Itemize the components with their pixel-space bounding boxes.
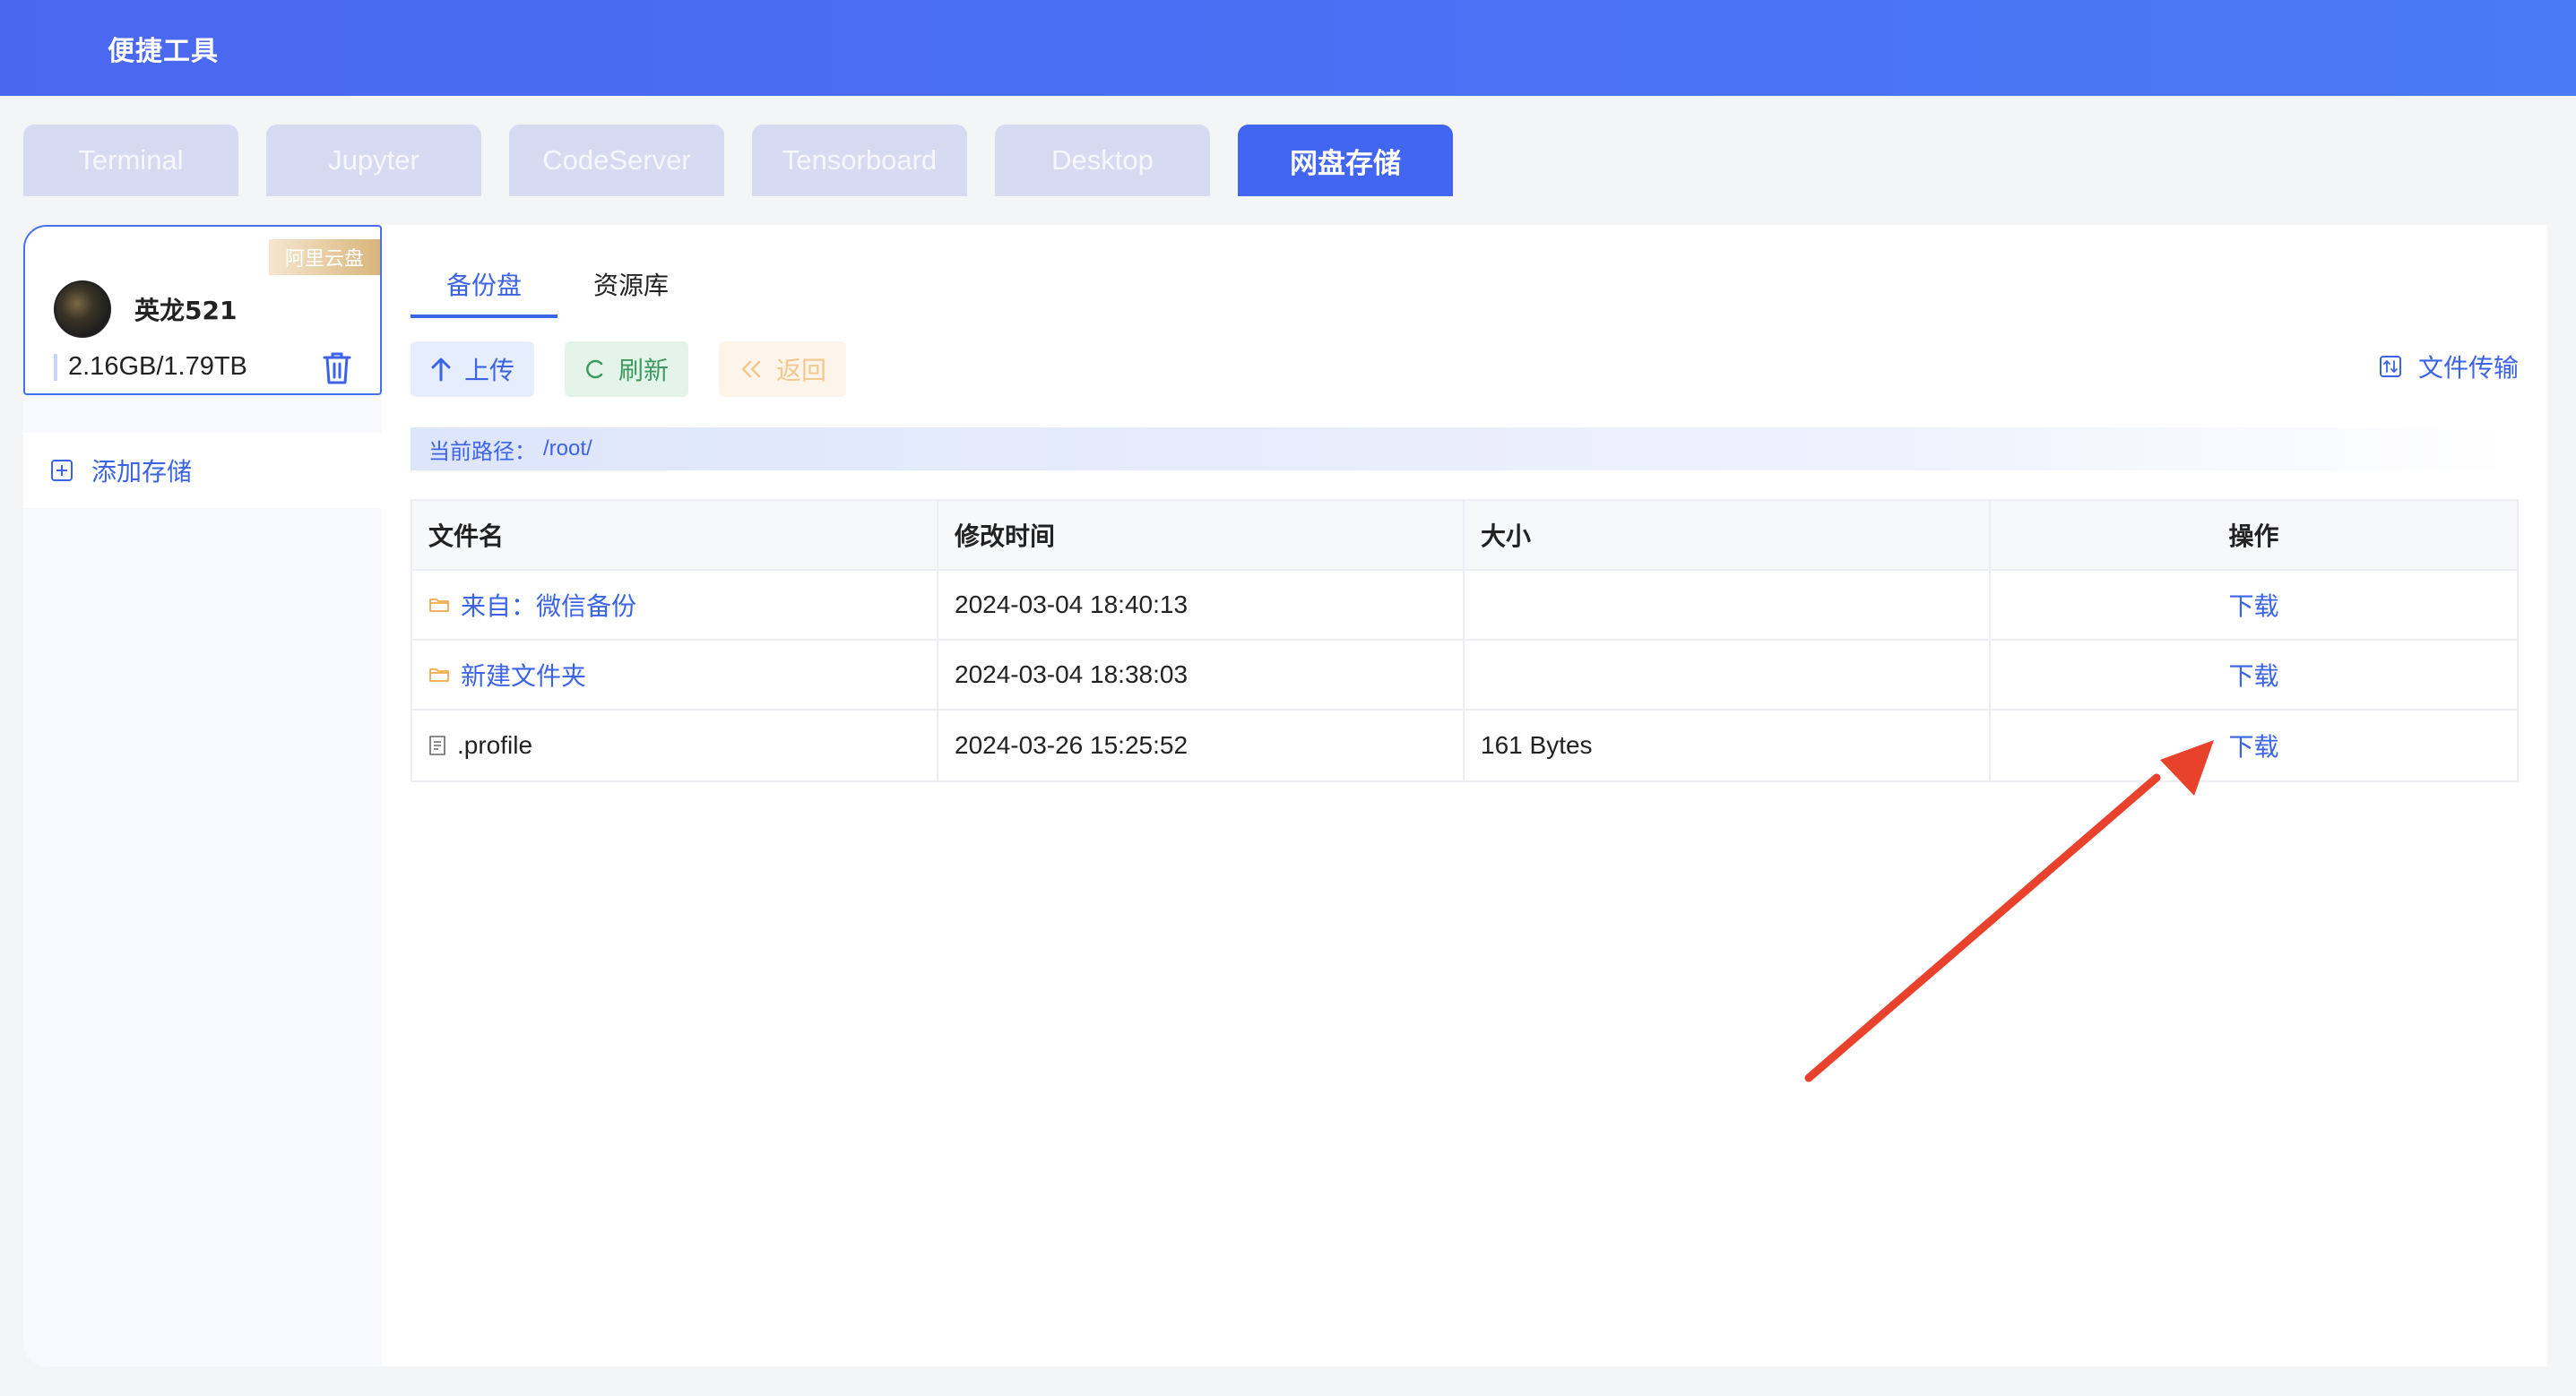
storage-sidebar: 阿里云盘 英龙521 2.16GB/1.79TB 添加存储 — [23, 225, 382, 1366]
action-cell: 下载 — [1991, 571, 2517, 639]
download-link[interactable]: 下载 — [2229, 728, 2279, 763]
double-chevron-left-icon — [741, 360, 761, 378]
trash-icon[interactable] — [321, 350, 353, 386]
storage-usage-text: 2.16GB/1.79TB — [68, 352, 247, 381]
folder-icon — [429, 668, 449, 682]
upload-label: 上传 — [464, 356, 515, 385]
file-name-cell: .profile — [412, 711, 939, 780]
column-header-modified: 修改时间 — [938, 501, 1465, 569]
back-label: 返回 — [776, 356, 827, 385]
action-cell: 下载 — [1991, 641, 2517, 709]
file-name: .profile — [457, 731, 533, 759]
app-title: 便捷工具 — [108, 35, 219, 67]
avatar — [54, 280, 111, 338]
add-storage-button[interactable]: 添加存储 — [23, 433, 382, 508]
folder-link[interactable]: 新建文件夹 — [428, 657, 586, 693]
table-row: 新建文件夹 2024-03-04 18:38:03 下载 — [412, 641, 2517, 711]
download-link[interactable]: 下载 — [2229, 657, 2279, 693]
add-storage-label: 添加存储 — [91, 457, 193, 487]
file-size: 161 Bytes — [1465, 711, 1992, 780]
file-transfer-label: 文件传输 — [2417, 353, 2519, 383]
table-row: 来自：微信备份 2024-03-04 18:40:13 下载 — [412, 571, 2517, 641]
upload-button[interactable]: 上传 — [411, 341, 535, 397]
account-card[interactable]: 阿里云盘 英龙521 2.16GB/1.79TB — [23, 225, 382, 395]
file-name-cell: 新建文件夹 — [412, 641, 939, 709]
modified-time: 2024-03-26 15:25:52 — [938, 711, 1465, 780]
file-item[interactable]: .profile — [428, 731, 532, 760]
table-row: .profile 2024-03-26 15:25:52 161 Bytes 下… — [412, 711, 2517, 780]
action-cell: 下载 — [1991, 711, 2517, 780]
back-button[interactable]: 返回 — [719, 341, 847, 397]
current-path-value: /root/ — [543, 436, 592, 461]
plus-square-icon — [51, 460, 73, 481]
table-header: 文件名 修改时间 大小 操作 — [412, 501, 2517, 571]
tab-cloud-storage[interactable]: 网盘存储 — [1238, 125, 1453, 196]
file-size — [1465, 641, 1992, 709]
storage-subtabs: 备份盘 资源库 — [411, 266, 705, 318]
column-header-name: 文件名 — [412, 501, 939, 569]
current-path: 当前路径： /root/ — [411, 427, 2517, 470]
tab-jupyter[interactable]: Jupyter — [266, 125, 481, 196]
file-browser: 备份盘 资源库 上传 刷新 返回 文件传输 当前路径： /root/ 文件名 修… — [382, 225, 2547, 1366]
arrow-up-icon — [431, 358, 451, 382]
current-path-label: 当前路径： — [428, 438, 536, 464]
provider-badge: 阿里云盘 — [269, 239, 380, 275]
file-name: 来自：微信备份 — [461, 591, 637, 621]
tab-tensorboard[interactable]: Tensorboard — [752, 125, 967, 196]
storage-usage-bar — [54, 354, 57, 381]
file-toolbar: 上传 刷新 返回 — [411, 341, 847, 397]
account-name: 英龙521 — [134, 296, 238, 325]
file-name-cell: 来自：微信备份 — [412, 571, 939, 639]
refresh-icon — [586, 359, 603, 379]
refresh-label: 刷新 — [618, 356, 670, 385]
file-table: 文件名 修改时间 大小 操作 来自：微信备份 2024-03-04 18:40:… — [411, 499, 2519, 782]
file-name: 新建文件夹 — [461, 661, 587, 691]
modified-time: 2024-03-04 18:38:03 — [938, 641, 1465, 709]
download-link[interactable]: 下载 — [2229, 587, 2279, 623]
folder-icon — [429, 599, 449, 612]
subtab-backup[interactable]: 备份盘 — [411, 266, 558, 318]
modified-time: 2024-03-04 18:40:13 — [938, 571, 1465, 639]
tab-codeserver[interactable]: CodeServer — [509, 125, 724, 196]
tab-terminal[interactable]: Terminal — [23, 125, 238, 196]
column-header-actions: 操作 — [2228, 521, 2279, 551]
document-icon — [429, 736, 445, 755]
tool-tabs: Terminal Jupyter CodeServer Tensorboard … — [23, 125, 1453, 196]
folder-link[interactable]: 来自：微信备份 — [428, 587, 636, 623]
column-header-size: 大小 — [1465, 501, 1992, 569]
refresh-button[interactable]: 刷新 — [565, 341, 689, 397]
subtab-resources[interactable]: 资源库 — [558, 266, 705, 318]
file-size — [1465, 571, 1992, 639]
tab-desktop[interactable]: Desktop — [995, 125, 1210, 196]
top-bar: 便捷工具 — [0, 0, 2576, 96]
transfer-icon — [2379, 356, 2401, 377]
file-transfer-button[interactable]: 文件传输 — [2379, 349, 2519, 384]
